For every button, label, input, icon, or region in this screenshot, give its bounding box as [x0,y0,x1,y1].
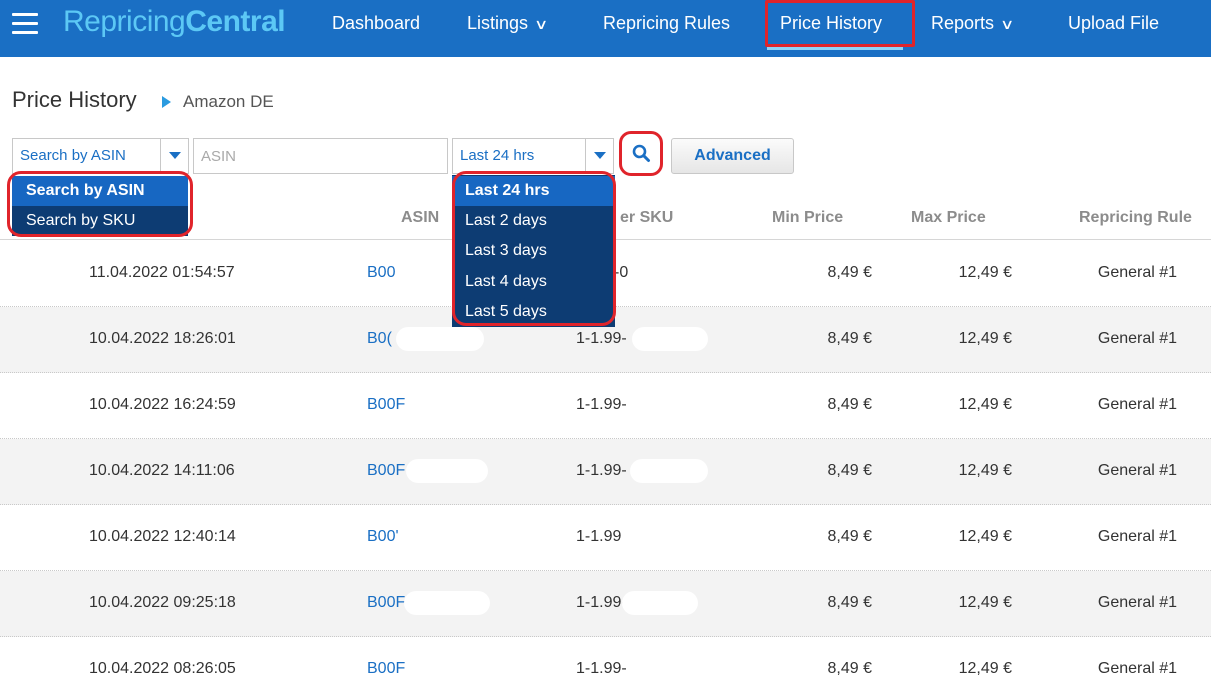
nav-repricing-rules-label: Repricing Rules [603,13,731,33]
row-min-price: 8,49 € [827,660,872,677]
row-repricing-rule[interactable]: General #1 [1066,264,1209,282]
caret-down-icon [594,152,606,159]
period-toggle[interactable] [585,139,613,173]
row-repricing-rule[interactable]: General #1 [1066,396,1209,414]
col-header-max-price[interactable]: Max Price [911,209,986,227]
nav-price-history-label: Price History [780,13,883,33]
row-date: 10.04.2022 18:26:01 [89,330,236,347]
col-header-seller-sku[interactable]: er SKU [620,209,673,227]
row-asin-link[interactable]: B00 [367,264,395,282]
row-sku: 1-1.99 [576,528,622,545]
row-date: 10.04.2022 09:25:18 [89,594,236,611]
row-min-price: 8,49 € [827,396,872,413]
nav-dashboard-label: Dashboard [332,13,421,33]
breadcrumb-marketplace: Amazon DE [183,92,274,111]
table-row: 10.04.2022 12:40:14 B00' 1-1.99 8,49 € 1… [0,505,1211,571]
nav-listings[interactable]: Listings ∨ [467,9,549,37]
search-type-value: Search by ASIN [20,147,126,164]
row-asin-link[interactable]: B0( [367,330,392,348]
table-row: 10.04.2022 14:11:06 B00F 1-1.99- 8,49 € … [0,439,1211,505]
brand-text-b: Central [185,5,286,38]
row-min-price: 8,49 € [827,528,872,545]
row-repricing-rule[interactable]: General #1 [1066,462,1209,480]
row-date: 10.04.2022 14:11:06 [89,462,235,479]
row-date: 10.04.2022 08:26:05 [89,660,236,677]
row-max-price: 12,49 € [958,660,1012,677]
search-icon [632,144,650,162]
row-sku: -0 [614,264,629,281]
row-max-price: 12,49 € [958,264,1012,281]
redaction-mark [396,327,484,351]
row-min-price: 8,49 € [827,462,872,479]
row-min-price: 8,49 € [827,330,872,347]
brand-logo[interactable]: RepricingCentral [63,4,286,40]
row-min-price: 8,49 € [827,594,872,611]
row-asin-link[interactable]: B00F [367,660,405,678]
period-value: Last 24 hrs [460,147,535,164]
top-navigation-bar: RepricingCentral Dashboard Listings ∨ Rep… [0,0,1211,57]
chevron-down-icon: ∨ [999,16,1015,32]
nav-reports[interactable]: Reports ∨ [931,9,1015,37]
search-button[interactable] [619,131,663,176]
advanced-search-button[interactable]: Advanced [671,138,794,174]
table-row: 10.04.2022 16:24:59 B00F 1-1.99- 8,49 € … [0,373,1211,439]
row-sku: 1-1.99- [576,660,627,677]
table-row: 10.04.2022 08:26:05 B00F 1-1.99- 8,49 € … [0,637,1211,681]
row-max-price: 12,49 € [958,396,1012,413]
row-repricing-rule[interactable]: General #1 [1066,660,1209,678]
nav-active-underline [767,47,903,50]
hamburger-menu-icon[interactable] [12,13,38,35]
row-repricing-rule[interactable]: General #1 [1066,528,1209,546]
col-header-repricing-rule[interactable]: Repricing Rule [1079,209,1192,227]
asin-search-input-wrapper [193,138,448,174]
row-date: 10.04.2022 12:40:14 [89,528,236,545]
table-row: 10.04.2022 09:25:18 B00F 1-1.99- 8,49 € … [0,571,1211,637]
row-asin-link[interactable]: B00F [367,462,405,480]
chevron-down-icon: ∨ [533,16,549,32]
row-asin-link[interactable]: B00F [367,594,405,612]
caret-down-icon [169,152,181,159]
row-max-price: 12,49 € [958,528,1012,545]
nav-price-history[interactable]: Price History [780,9,882,37]
row-repricing-rule[interactable]: General #1 [1066,330,1209,348]
search-type-toggle[interactable] [160,139,188,173]
brand-text-a: Repricing [63,5,186,38]
redaction-mark [406,459,488,483]
row-asin-link[interactable]: B00' [367,528,399,546]
breadcrumb-arrow-icon [162,96,171,108]
row-sku: 1-1.99- [576,462,627,479]
row-repricing-rule[interactable]: General #1 [1066,594,1209,612]
nav-upload-file[interactable]: Upload File [1068,9,1159,37]
redaction-mark [632,327,708,351]
search-type-select[interactable]: Search by ASIN [12,138,189,174]
row-asin-link[interactable]: B00F [367,396,405,414]
dropdown-highlight-outline [452,171,616,326]
redaction-mark [404,591,490,615]
row-sku: 1-1.99- [576,594,627,611]
redaction-mark [622,591,698,615]
row-sku: 1-1.99- [576,330,627,347]
nav-dashboard[interactable]: Dashboard [332,9,420,37]
nav-upload-file-label: Upload File [1068,13,1160,33]
row-sku: 1-1.99- [576,396,627,413]
nav-reports-label: Reports [931,13,995,33]
row-date: 11.04.2022 01:54:57 [89,264,235,281]
row-date: 10.04.2022 16:24:59 [89,396,236,413]
redaction-mark [630,459,708,483]
asin-search-input[interactable] [194,139,447,173]
nav-listings-label: Listings [467,13,529,33]
col-header-min-price[interactable]: Min Price [772,209,843,227]
row-max-price: 12,49 € [958,330,1012,347]
period-select[interactable]: Last 24 hrs [452,138,614,174]
row-max-price: 12,49 € [958,594,1012,611]
nav-repricing-rules[interactable]: Repricing Rules [603,9,730,37]
row-min-price: 8,49 € [827,264,872,281]
dropdown-highlight-outline [7,171,193,237]
page-title: Price History [12,87,137,112]
row-max-price: 12,49 € [958,462,1012,479]
col-header-asin[interactable]: ASIN [401,209,439,227]
